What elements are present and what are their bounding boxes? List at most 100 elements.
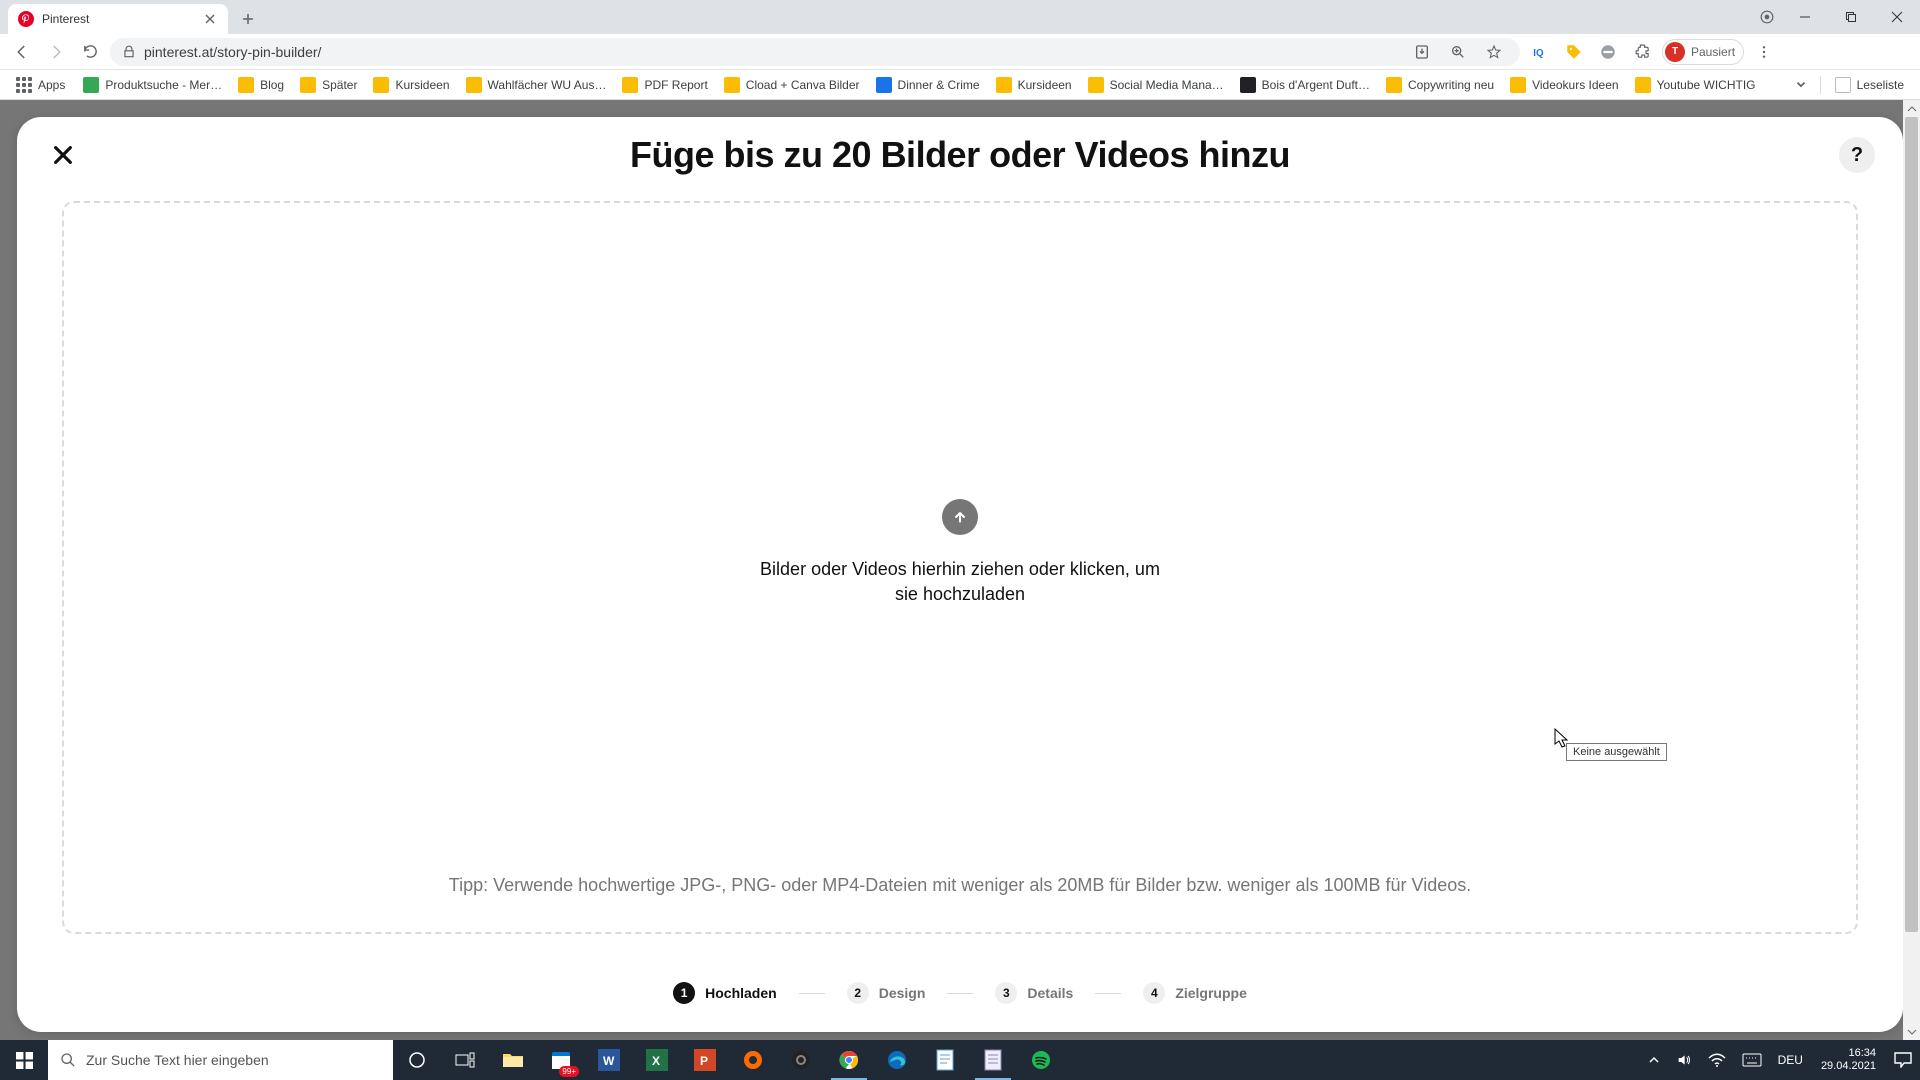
bookmark-item[interactable]: PDF Report — [614, 72, 715, 98]
taskbar-chrome[interactable] — [825, 1040, 873, 1080]
bookmark-item[interactable]: Dinner & Crime — [868, 72, 988, 98]
bookmarks-overflow[interactable] — [1788, 72, 1814, 98]
nav-back-button[interactable] — [8, 38, 36, 66]
taskbar-obs[interactable] — [777, 1040, 825, 1080]
bookmark-item[interactable]: Kursideen — [988, 72, 1080, 98]
bookmark-folder-icon — [622, 77, 638, 93]
apps-shortcut[interactable]: Apps — [8, 72, 73, 98]
cortana-button[interactable] — [393, 1040, 441, 1080]
extension-block-icon[interactable] — [1594, 38, 1622, 66]
zoom-icon[interactable] — [1444, 38, 1472, 66]
bookmark-folder-icon — [238, 77, 254, 93]
tab-close-button[interactable] — [202, 11, 218, 27]
taskbar-explorer[interactable] — [489, 1040, 537, 1080]
wizard-step-details[interactable]: 3Details — [995, 982, 1073, 1004]
taskbar-notepad[interactable] — [921, 1040, 969, 1080]
tab-title: Pinterest — [42, 12, 89, 26]
task-view-button[interactable] — [441, 1040, 489, 1080]
modal-close-button[interactable] — [45, 137, 81, 173]
bookmark-item[interactable]: Videokurs Ideen — [1502, 72, 1627, 98]
bookmark-item[interactable]: Youtube WICHTIG — [1627, 72, 1764, 98]
bookmark-label: Dinner & Crime — [898, 78, 980, 92]
taskbar-word[interactable]: W — [585, 1040, 633, 1080]
nav-forward-button[interactable] — [42, 38, 70, 66]
reading-list-label: Leseliste — [1857, 78, 1904, 92]
bookmark-folder-icon — [466, 77, 482, 93]
wizard-step-zielgruppe[interactable]: 4Zielgruppe — [1143, 982, 1247, 1004]
reading-list-button[interactable]: Leseliste — [1827, 72, 1912, 98]
taskbar-edge[interactable] — [873, 1040, 921, 1080]
install-app-icon[interactable] — [1408, 38, 1436, 66]
window-minimize-button[interactable] — [1782, 0, 1828, 34]
tray-time: 16:34 — [1848, 1047, 1876, 1060]
new-tab-button[interactable] — [234, 5, 262, 33]
tray-network-icon[interactable] — [1700, 1040, 1734, 1080]
tray-clock[interactable]: 16:34 29.04.2021 — [1811, 1047, 1886, 1073]
action-center-button[interactable] — [1886, 1040, 1920, 1080]
tray-overflow-button[interactable] — [1640, 1040, 1668, 1080]
profile-status: Pausiert — [1691, 45, 1735, 59]
taskbar-notes[interactable] — [969, 1040, 1017, 1080]
bookmark-label: Youtube WICHTIG — [1657, 78, 1756, 92]
step-separator — [1095, 993, 1121, 994]
wizard-step-hochladen[interactable]: 1Hochladen — [673, 982, 777, 1004]
taskbar-spotify[interactable] — [1017, 1040, 1065, 1080]
tray-volume-icon[interactable] — [1668, 1040, 1700, 1080]
extension-tag-icon[interactable] — [1560, 38, 1588, 66]
bookmark-folder-icon — [373, 77, 389, 93]
lock-icon — [122, 45, 136, 59]
taskbar-app-orange[interactable] — [729, 1040, 777, 1080]
modal-help-button[interactable]: ? — [1839, 137, 1875, 173]
scroll-up-button[interactable] — [1903, 100, 1920, 117]
vertical-scrollbar[interactable] — [1903, 100, 1920, 1040]
extension-iq-icon[interactable]: IQ — [1526, 38, 1554, 66]
upload-drop-zone[interactable]: Bilder oder Videos hierhin ziehen oder k… — [62, 201, 1858, 934]
taskbar-excel[interactable]: X — [633, 1040, 681, 1080]
step-label: Design — [879, 985, 926, 1001]
bookmark-item[interactable]: Wahlfächer WU Aus… — [458, 72, 615, 98]
step-separator — [947, 993, 973, 994]
browser-toolbar: pinterest.at/story-pin-builder/ IQ T Pau… — [0, 34, 1920, 70]
wizard-step-design[interactable]: 2Design — [847, 982, 926, 1004]
folder-icon — [502, 1051, 524, 1069]
bookmark-item[interactable]: Copywriting neu — [1378, 72, 1502, 98]
file-tooltip: Keine ausgewählt — [1566, 743, 1667, 761]
svg-text:P: P — [700, 1054, 708, 1068]
close-icon — [52, 144, 74, 166]
taskbar-powerpoint[interactable]: P — [681, 1040, 729, 1080]
address-bar[interactable]: pinterest.at/story-pin-builder/ — [110, 38, 1520, 66]
bookmark-label: PDF Report — [644, 78, 707, 92]
bookmark-item[interactable]: Cload + Canva Bilder — [716, 72, 868, 98]
step-separator — [799, 993, 825, 994]
bookmark-label: Kursideen — [395, 78, 449, 92]
bookmark-item[interactable]: Kursideen — [365, 72, 457, 98]
account-indicator-icon[interactable] — [1752, 0, 1782, 34]
extensions-menu-icon[interactable] — [1628, 38, 1656, 66]
upload-arrow-icon — [942, 499, 978, 535]
bookmark-item[interactable]: Social Media Mana… — [1080, 72, 1232, 98]
nav-reload-button[interactable] — [76, 38, 104, 66]
bookmark-item[interactable]: Später — [292, 72, 365, 98]
start-button[interactable] — [0, 1040, 48, 1080]
tray-keyboard-icon[interactable] — [1734, 1040, 1770, 1080]
bookmark-item[interactable]: Produktsuche - Mer… — [75, 72, 230, 98]
scroll-down-button[interactable] — [1903, 1023, 1920, 1040]
tray-language[interactable]: DEU — [1770, 1040, 1811, 1080]
taskbar-calendar[interactable]: 99+ — [537, 1040, 585, 1080]
bookmark-label: Cload + Canva Bilder — [746, 78, 860, 92]
bookmark-item[interactable]: Blog — [230, 72, 292, 98]
bookmark-folder-icon — [1510, 77, 1526, 93]
bookmark-folder-icon — [876, 77, 892, 93]
window-close-button[interactable] — [1874, 0, 1920, 34]
bookmark-item[interactable]: Bois d'Argent Duft… — [1232, 72, 1378, 98]
bookmark-folder-icon — [1088, 77, 1104, 93]
step-label: Zielgruppe — [1175, 985, 1247, 1001]
taskbar-search[interactable]: Zur Suche Text hier eingeben — [48, 1040, 393, 1080]
profile-chip[interactable]: T Pausiert — [1662, 39, 1744, 65]
browser-tab[interactable]: Pinterest — [8, 4, 228, 34]
bookmark-star-icon[interactable] — [1480, 38, 1508, 66]
chrome-menu-button[interactable] — [1750, 38, 1778, 66]
window-maximize-button[interactable] — [1828, 0, 1874, 34]
scrollbar-thumb[interactable] — [1905, 117, 1918, 932]
upload-tip-text: Tipp: Verwende hochwertige JPG-, PNG- od… — [449, 875, 1471, 896]
